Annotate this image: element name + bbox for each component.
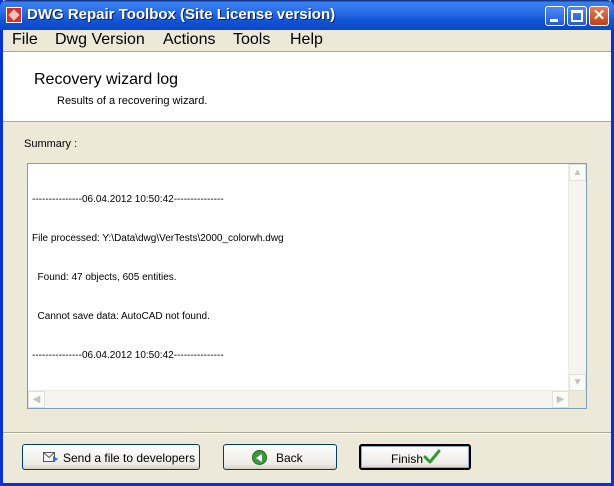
back-arrow-icon bbox=[252, 450, 267, 465]
app-icon[interactable] bbox=[6, 7, 22, 23]
back-button[interactable]: Back bbox=[223, 444, 337, 470]
summary-label: Summary : bbox=[24, 138, 78, 150]
log-line: Cannot save data: AutoCAD not found. bbox=[32, 311, 210, 322]
summary-log-textarea[interactable]: ---------------06.04.2012 10:50:42------… bbox=[27, 163, 587, 409]
wizard-header: Recovery wizard log Results of a recover… bbox=[3, 51, 611, 122]
vertical-scrollbar[interactable]: ▲ ▼ bbox=[568, 164, 586, 391]
scroll-down-arrow-icon[interactable]: ▼ bbox=[569, 374, 586, 391]
log-line: ---------------06.04.2012 10:50:42------… bbox=[32, 194, 224, 205]
horizontal-scrollbar[interactable]: ◀ ▶ bbox=[28, 390, 569, 408]
send-file-to-developers-button[interactable]: Send a file to developers bbox=[22, 444, 200, 470]
scrollbar-corner bbox=[569, 391, 586, 408]
page-subtitle: Results of a recovering wizard. bbox=[57, 95, 208, 107]
scroll-up-arrow-icon[interactable]: ▲ bbox=[569, 164, 586, 181]
scroll-right-arrow-icon[interactable]: ▶ bbox=[552, 391, 569, 408]
menu-file[interactable]: File bbox=[12, 30, 38, 50]
scroll-left-arrow-icon[interactable]: ◀ bbox=[28, 391, 45, 408]
menu-dwg-version[interactable]: Dwg Version bbox=[55, 30, 145, 50]
mail-send-icon bbox=[43, 452, 58, 462]
finish-button[interactable]: Finish bbox=[359, 444, 471, 470]
maximize-icon bbox=[571, 10, 583, 22]
menu-help[interactable]: Help bbox=[290, 30, 323, 50]
checkmark-icon bbox=[423, 449, 441, 464]
send-button-label: Send a file to developers bbox=[63, 451, 196, 465]
title-bar[interactable]: DWG Repair Toolbox (Site License version… bbox=[0, 0, 614, 30]
minimize-button[interactable] bbox=[545, 6, 565, 26]
finish-button-label: Finish bbox=[391, 452, 424, 466]
menu-tools[interactable]: Tools bbox=[233, 30, 270, 50]
close-button[interactable]: ✕ bbox=[589, 6, 609, 26]
minimize-icon bbox=[550, 19, 558, 22]
page-title: Recovery wizard log bbox=[34, 71, 179, 88]
menu-actions[interactable]: Actions bbox=[163, 30, 215, 50]
log-line: Found: 47 objects, 605 entities. bbox=[32, 272, 177, 283]
footer-divider bbox=[3, 432, 611, 434]
app-window: DWG Repair Toolbox (Site License version… bbox=[0, 0, 614, 486]
log-line: File processed: Y:\Data\dwg\VerTests\200… bbox=[32, 233, 284, 244]
maximize-button[interactable] bbox=[567, 6, 587, 26]
log-line: ---------------06.04.2012 10:50:42------… bbox=[32, 350, 224, 361]
menu-bar: File Dwg Version Actions Tools Help bbox=[3, 30, 611, 51]
back-button-label: Back bbox=[276, 451, 303, 465]
log-text[interactable]: ---------------06.04.2012 10:50:42------… bbox=[32, 167, 284, 388]
close-icon: ✕ bbox=[592, 7, 606, 24]
window-title: DWG Repair Toolbox (Site License version… bbox=[27, 6, 336, 23]
